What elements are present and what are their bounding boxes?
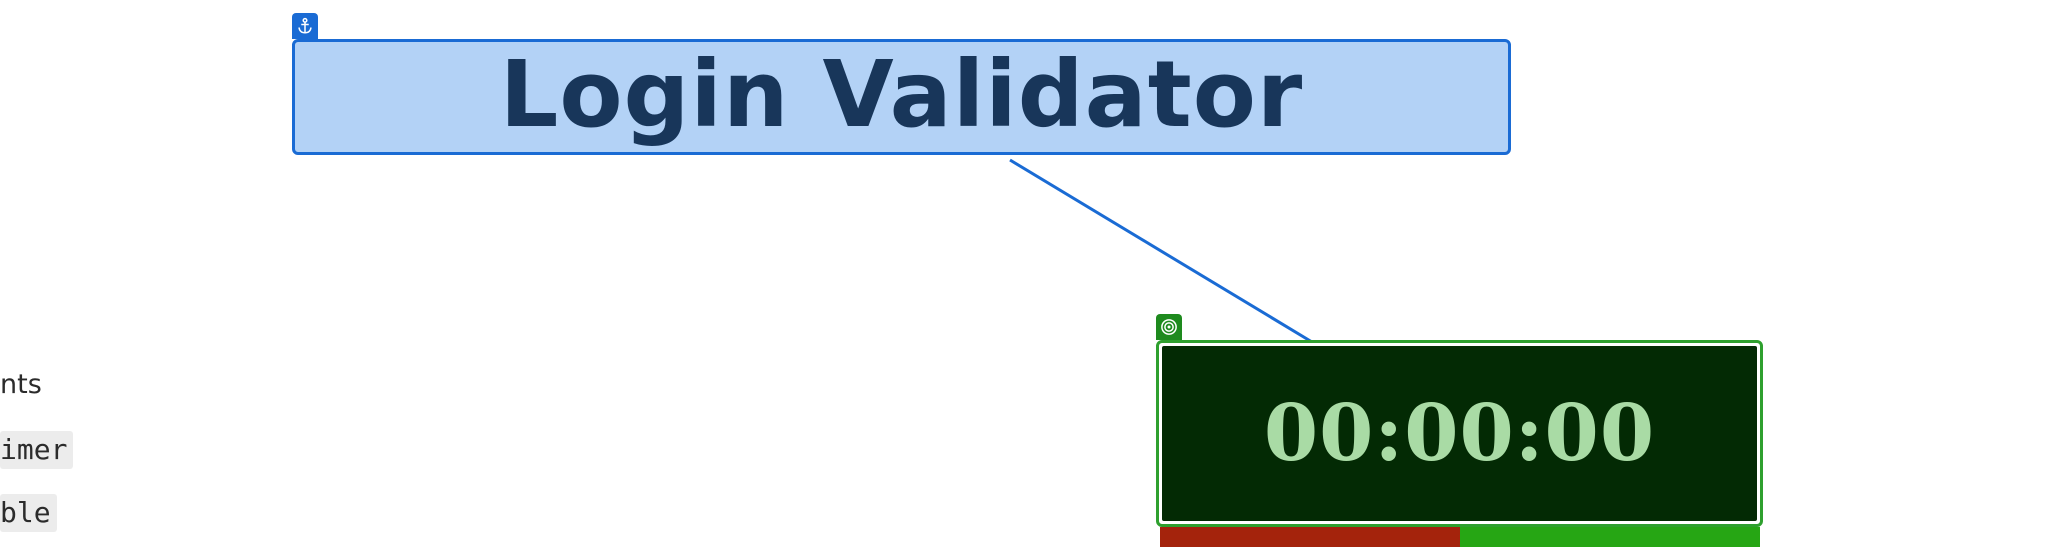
sidebar-item-label[interactable]: nts <box>0 366 42 404</box>
stop-button[interactable] <box>1160 527 1460 547</box>
title-node[interactable]: Login Validator <box>292 39 1511 155</box>
timer-node[interactable]: 00:00:00 <box>1156 340 1763 527</box>
sidebar-code-item-timer[interactable]: imer <box>0 431 74 469</box>
sidebar-code-item-table[interactable]: ble <box>0 494 57 532</box>
page-title: Login Validator <box>499 41 1304 148</box>
target-icon <box>1156 314 1182 340</box>
anchor-icon <box>292 13 318 39</box>
start-button[interactable] <box>1460 527 1760 547</box>
timer-display: 00:00:00 <box>1162 346 1757 521</box>
timer-readout: 00:00:00 <box>1263 387 1656 479</box>
